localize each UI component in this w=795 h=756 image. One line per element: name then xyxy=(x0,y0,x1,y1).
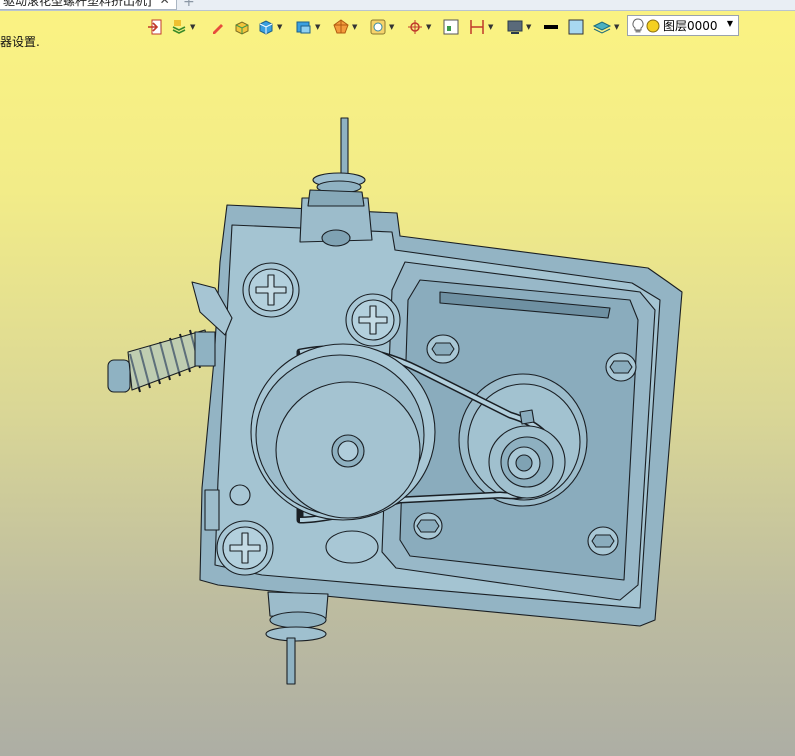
motor-screw xyxy=(587,526,619,556)
motor-screw xyxy=(605,352,637,382)
3d-model-viewport[interactable] xyxy=(0,0,795,756)
phillips-screw xyxy=(216,520,274,576)
phillips-screw xyxy=(242,262,300,318)
phillips-screw xyxy=(345,293,401,347)
motor-screw xyxy=(426,334,460,364)
motor-screw xyxy=(413,512,443,540)
filament-bottom xyxy=(286,637,296,685)
bottom-screw xyxy=(325,530,379,564)
tension-spring xyxy=(107,329,216,393)
